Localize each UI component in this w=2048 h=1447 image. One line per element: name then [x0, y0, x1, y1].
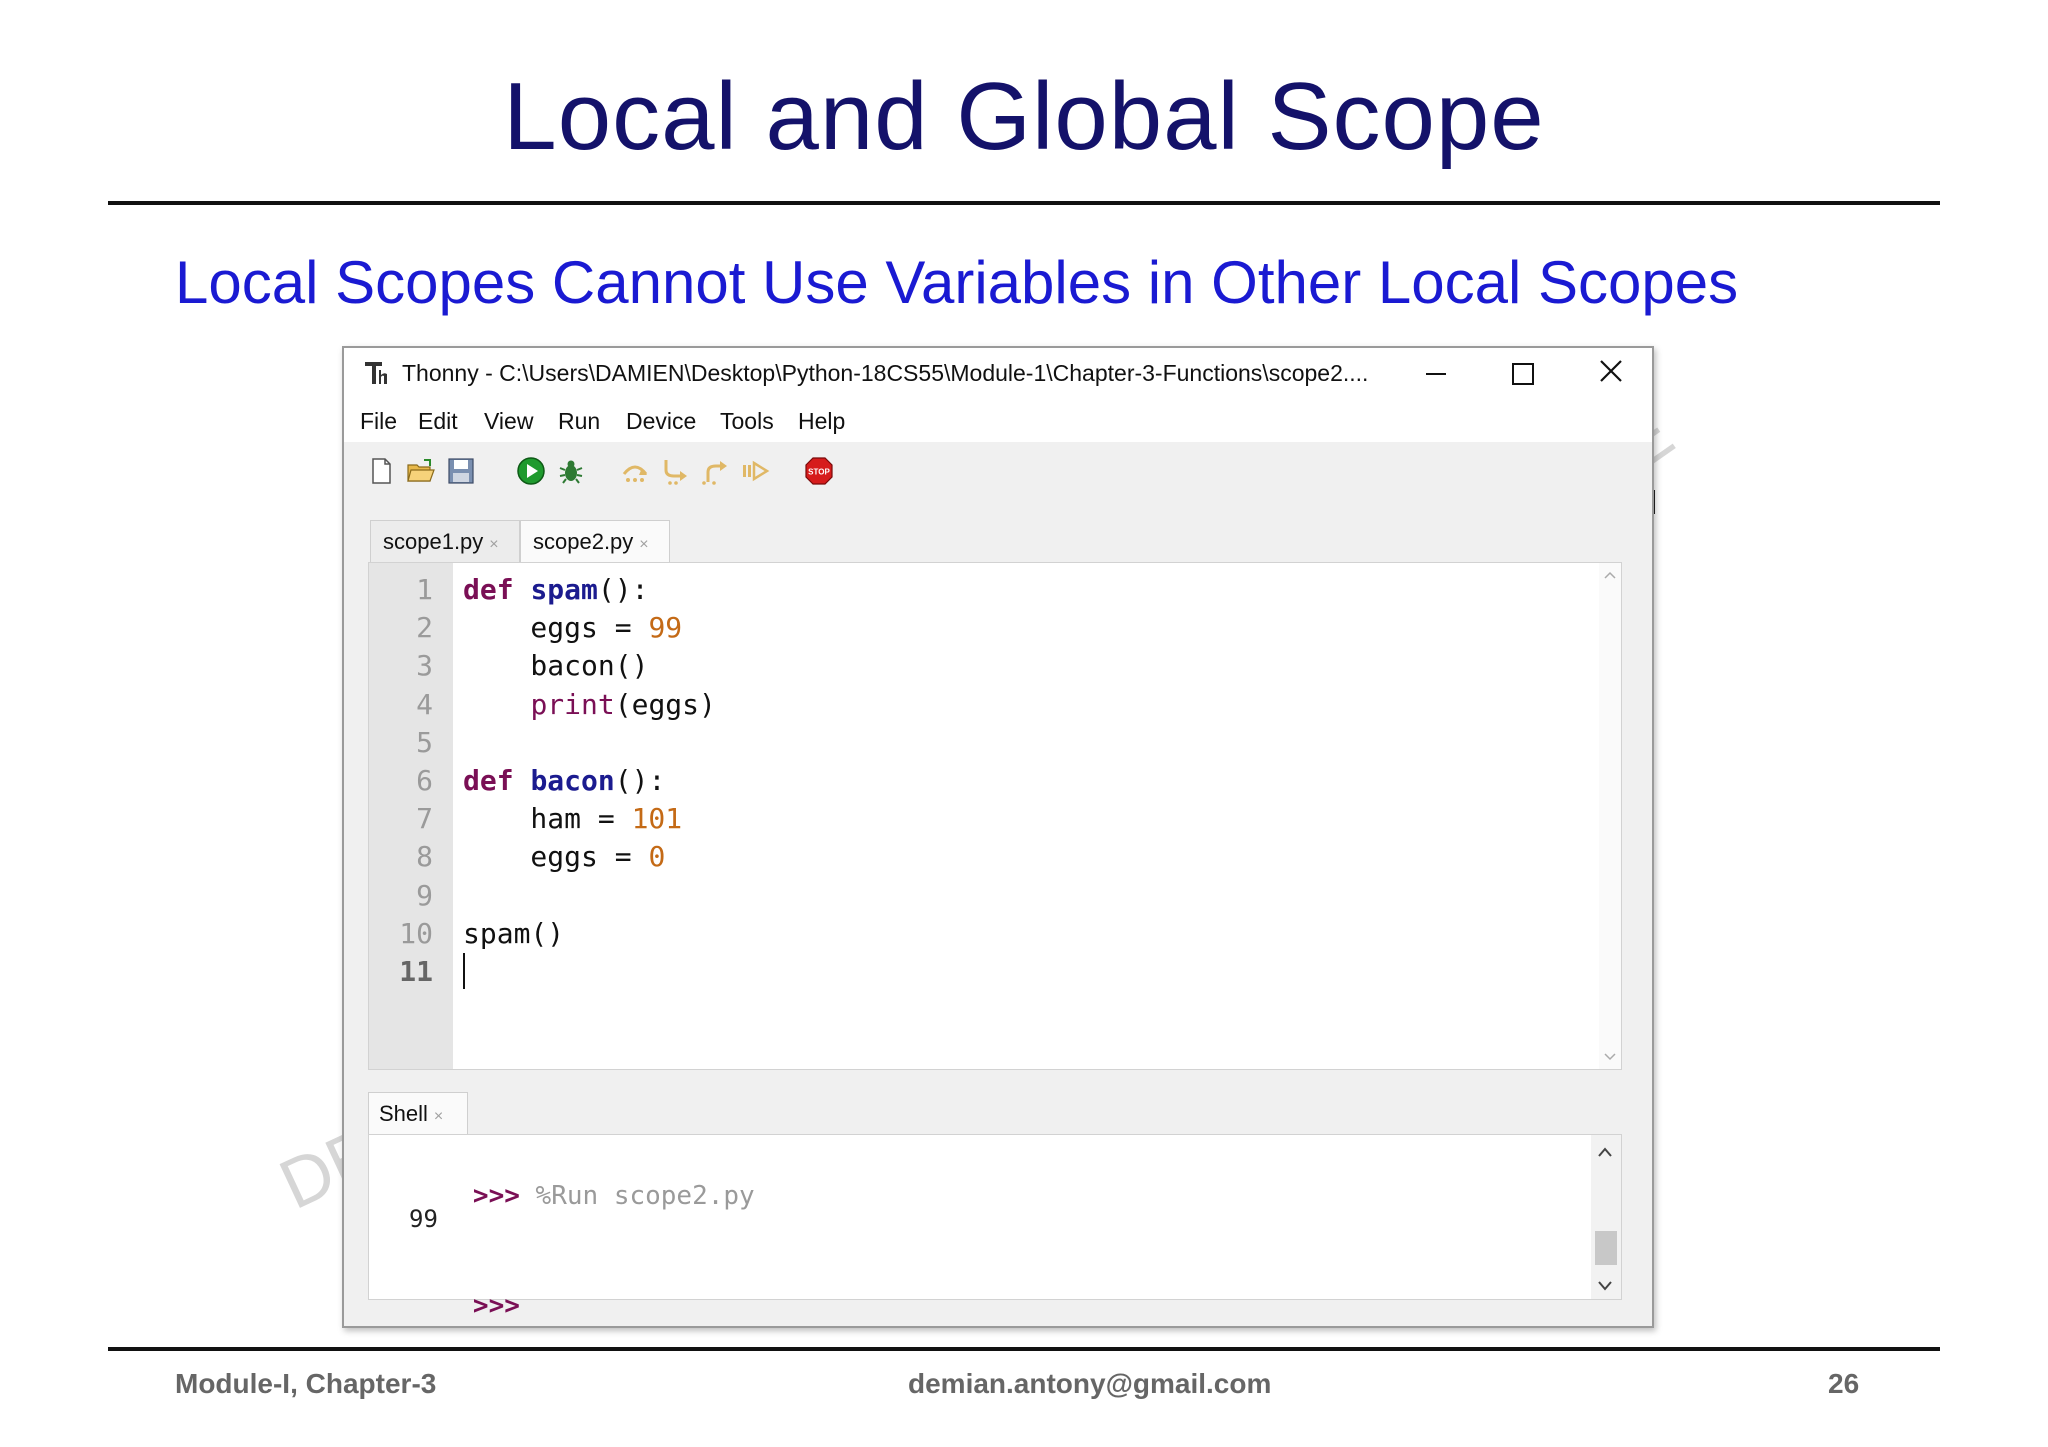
line-number: 8	[416, 840, 433, 874]
code-token: ():	[614, 764, 666, 797]
menu-edit[interactable]: Edit	[418, 408, 458, 435]
text-cursor	[463, 953, 465, 989]
footer-module: Module-I, Chapter-3	[175, 1368, 437, 1399]
code-token: def	[463, 573, 514, 606]
code-token: 99	[648, 611, 683, 645]
menu-run[interactable]: Run	[558, 408, 600, 435]
debug-icon[interactable]	[556, 456, 586, 486]
step-into-icon[interactable]	[660, 456, 690, 486]
footer-email: demian.antony@gmail.com	[908, 1368, 1272, 1399]
code-token: spam	[530, 573, 598, 606]
menu-help[interactable]: Help	[798, 408, 845, 435]
slide-title: Local and Global Scope	[503, 63, 1545, 170]
step-out-icon[interactable]	[700, 456, 730, 486]
resume-icon[interactable]	[740, 456, 770, 486]
code-token: ham =	[463, 802, 632, 836]
minimize-button[interactable]	[1394, 348, 1474, 398]
open-file-icon[interactable]	[406, 456, 436, 486]
code-line: ham = 101	[463, 802, 682, 835]
tab-shell[interactable]: Shell ×	[368, 1092, 468, 1134]
line-number-gutter: 1 2 3 4 5 6 7 8 9 10 11	[369, 563, 453, 1069]
code-line: print(eggs)	[463, 687, 716, 721]
toolbar: STOP	[344, 442, 1652, 502]
page-number: 26	[1828, 1368, 1860, 1399]
code-token: def	[463, 764, 514, 797]
line-number: 10	[399, 916, 433, 950]
code-token: eggs =	[463, 840, 649, 874]
shell-command: %Run scope2.py	[535, 1181, 755, 1211]
run-icon[interactable]	[516, 456, 546, 486]
thonny-window: Thonny - C:\Users\DAMIEN\Desktop\Python-…	[342, 346, 1654, 1328]
code-line: spam()	[463, 917, 564, 950]
window-title: Thonny - C:\Users\DAMIEN\Desktop\Python-…	[402, 360, 1369, 386]
new-file-icon[interactable]	[366, 456, 396, 486]
tab-scope1[interactable]: scope1.py ×	[370, 520, 520, 562]
menu-tools[interactable]: Tools	[720, 408, 774, 435]
scroll-down-icon[interactable]	[1604, 1053, 1616, 1061]
code-token: 0	[648, 840, 666, 874]
line-number: 1	[416, 573, 433, 606]
tab-label: scope2.py	[533, 529, 634, 554]
close-tab-icon[interactable]: ×	[489, 536, 498, 553]
code-token: print	[530, 687, 615, 721]
line-number: 7	[416, 802, 433, 836]
scroll-up-icon[interactable]	[1597, 1147, 1613, 1157]
code-token: (eggs)	[614, 687, 716, 721]
title-divider	[108, 201, 1940, 205]
line-number: 2	[416, 611, 433, 645]
code-token: bacon	[530, 764, 615, 797]
close-tab-icon[interactable]: ×	[639, 536, 648, 553]
footer-divider	[108, 1347, 1940, 1351]
code-line: eggs = 0	[463, 840, 665, 873]
code-line: bacon()	[463, 649, 648, 682]
menu-view[interactable]: View	[484, 408, 533, 435]
code-editor[interactable]: 1 2 3 4 5 6 7 8 9 10 11 def spam(): eggs = 99 baco…	[368, 562, 1622, 1070]
tab-scope2[interactable]: scope2.py ×	[520, 520, 670, 562]
close-icon	[1600, 360, 1622, 382]
tab-label: Shell	[379, 1101, 428, 1126]
line-number: 5	[416, 725, 433, 759]
code-token: 101	[631, 802, 683, 836]
close-button[interactable]	[1570, 348, 1650, 398]
shell-output: 99	[409, 1205, 438, 1233]
shell-prompt: >>>	[472, 1181, 520, 1211]
step-over-icon[interactable]	[620, 456, 650, 486]
thonny-logo-icon	[365, 362, 387, 384]
code-token: ():	[597, 573, 649, 606]
menu-bar: File Edit View Run Device Tools Help	[344, 398, 1652, 442]
line-number: 9	[416, 878, 433, 912]
code-line: def spam():	[463, 573, 648, 606]
scroll-down-icon[interactable]	[1597, 1281, 1613, 1291]
code-line: eggs = 99	[463, 611, 682, 644]
minimize-icon	[1426, 373, 1446, 375]
shell-prompt: >>>	[472, 1291, 520, 1321]
editor-scrollbar[interactable]	[1599, 563, 1621, 1069]
save-icon[interactable]	[446, 456, 476, 486]
line-number: 6	[416, 764, 433, 797]
code-token: bacon()	[463, 649, 649, 683]
scroll-thumb[interactable]	[1595, 1231, 1617, 1265]
stop-icon[interactable]: STOP	[804, 456, 834, 486]
scroll-up-icon[interactable]	[1604, 571, 1616, 579]
code-token: spam()	[463, 916, 565, 950]
shell-panel[interactable]: >>> %Run scope2.py 99 >>>	[368, 1134, 1622, 1321]
maximize-button[interactable]	[1482, 348, 1562, 398]
line-number: 11	[399, 955, 433, 988]
maximize-icon	[1512, 363, 1534, 385]
line-number: 3	[416, 649, 433, 683]
tab-label: scope1.py	[383, 529, 484, 554]
menu-device[interactable]: Device	[626, 408, 696, 435]
line-number: 4	[416, 687, 433, 721]
shell-scrollbar[interactable]	[1591, 1135, 1621, 1299]
close-tab-icon[interactable]: ×	[434, 1108, 443, 1125]
menu-file[interactable]: File	[360, 408, 397, 435]
title-bar[interactable]: Thonny - C:\Users\DAMIEN\Desktop\Python-…	[344, 348, 1652, 398]
slide-subtitle: Local Scopes Cannot Use Variables in Oth…	[175, 249, 1739, 316]
stop-label: STOP	[808, 468, 830, 477]
code-line: def bacon():	[463, 764, 665, 797]
code-token: eggs =	[463, 611, 649, 645]
